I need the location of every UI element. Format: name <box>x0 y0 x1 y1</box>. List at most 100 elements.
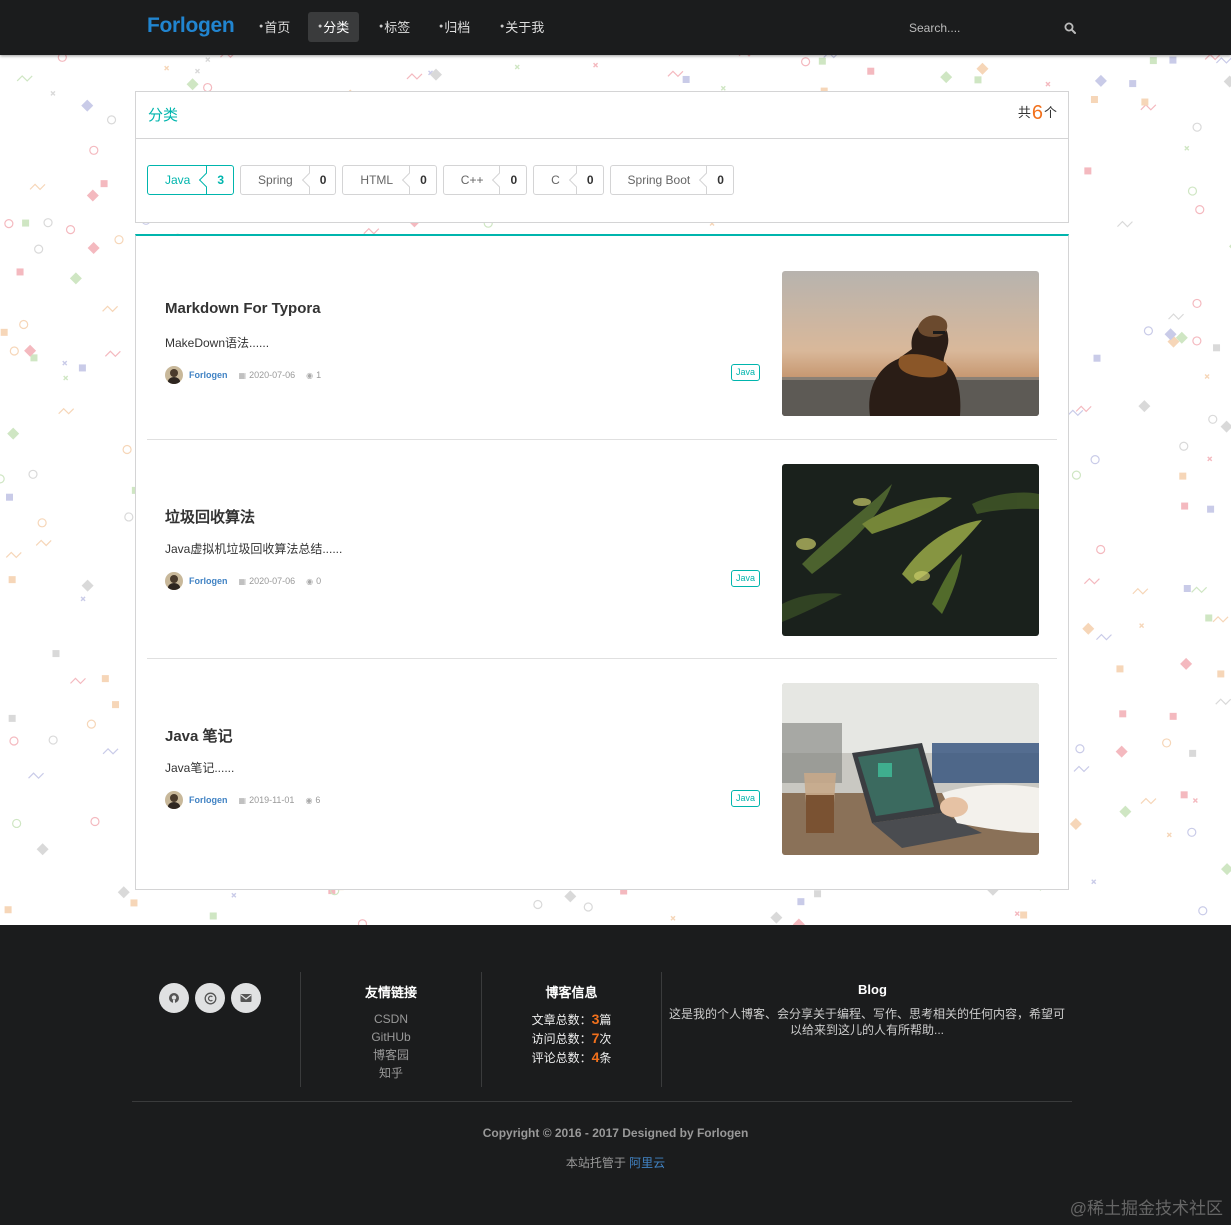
bg-confetti-shape <box>1207 505 1215 513</box>
bg-confetti-shape <box>1075 744 1085 754</box>
bg-confetti-shape <box>209 912 217 920</box>
post-title[interactable]: 垃圾回收算法 <box>165 506 255 527</box>
bg-confetti-shape <box>1141 98 1149 106</box>
category-tag-spring-boot[interactable]: Spring Boot 0 <box>609 165 734 195</box>
bg-confetti-shape <box>1069 818 1082 831</box>
bg-confetti-shape <box>406 73 423 80</box>
post-description: Java虚拟机垃圾回收算法总结...... <box>165 542 343 556</box>
bg-confetti-shape <box>1207 456 1213 462</box>
nav-item-archive[interactable]: ●归档 <box>429 12 480 42</box>
post-category-label[interactable]: Java <box>731 364 761 381</box>
bg-confetti-shape <box>1204 55 1221 61</box>
bg-confetti-shape <box>81 579 94 592</box>
stat-label: 文章总数： <box>531 1013 592 1027</box>
post-image-fern[interactable] <box>782 464 1039 636</box>
bg-confetti-shape <box>1084 167 1092 175</box>
bg-confetti-shape <box>1192 336 1202 346</box>
nav-item-label: 标签 <box>384 20 411 35</box>
category-tag-cpp[interactable]: C++ 0 <box>442 165 528 195</box>
bg-confetti-shape <box>36 843 49 856</box>
post-category-label[interactable]: Java <box>731 570 761 587</box>
nav-item-label: 归档 <box>444 20 471 35</box>
bg-confetti-shape <box>102 305 119 313</box>
post-author[interactable]: Forlogen <box>189 370 228 380</box>
post-category-label[interactable]: Java <box>731 790 761 807</box>
search-input[interactable] <box>900 14 1064 42</box>
hosted-link[interactable]: 阿里云 <box>629 1156 665 1170</box>
bg-confetti-shape <box>1138 400 1151 413</box>
bg-confetti-shape <box>1184 145 1190 151</box>
footer-link-zhihu[interactable]: 知乎 <box>301 1064 481 1082</box>
bg-confetti-shape <box>1090 455 1100 465</box>
bg-confetti-shape <box>62 360 68 366</box>
bg-confetti-shape <box>1221 863 1231 876</box>
bg-confetti-shape <box>5 493 13 501</box>
bg-confetti-shape <box>1189 749 1197 757</box>
nav-item-tags[interactable]: ●标签 <box>369 12 420 42</box>
footer-link-github[interactable]: GitHUb <box>301 1028 481 1046</box>
footer-link-cnblogs[interactable]: 博客园 <box>301 1046 481 1064</box>
bg-confetti-shape <box>1192 798 1198 804</box>
bg-confetti-shape <box>1168 313 1184 320</box>
bg-confetti-shape <box>1198 906 1208 916</box>
count-number: 6 <box>1031 102 1043 124</box>
avatar[interactable] <box>165 572 183 590</box>
bg-confetti-shape <box>1091 879 1097 885</box>
category-tag-spring[interactable]: Spring 0 <box>240 165 337 195</box>
post-title[interactable]: Java 笔记 <box>165 725 233 746</box>
category-count: 共6个 <box>1018 102 1057 125</box>
github-icon[interactable] <box>159 983 189 1013</box>
category-tag-c[interactable]: C 0 <box>533 165 604 195</box>
copyright-icon[interactable] <box>195 983 225 1013</box>
nav-item-categories[interactable]: ●分类 <box>308 12 360 42</box>
bg-confetti-shape <box>9 346 19 356</box>
post-meta: Forlogen ▦ 2020-07-06 ◉ 0 <box>165 572 321 590</box>
bg-confetti-shape <box>1082 622 1095 635</box>
nav-item-about[interactable]: ●关于我 <box>490 12 554 42</box>
category-tag-html[interactable]: HTML 0 <box>342 165 437 195</box>
bg-confetti-shape <box>122 444 132 455</box>
post-author[interactable]: Forlogen <box>189 576 228 586</box>
bg-confetti-shape <box>130 899 138 907</box>
bg-confetti-shape <box>814 890 822 898</box>
bg-confetti-shape <box>1192 122 1202 132</box>
bg-confetti-shape <box>86 719 96 729</box>
stat-visits: 访问总数：7次 <box>482 1029 661 1048</box>
bg-confetti-shape <box>4 906 12 914</box>
bg-confetti-shape <box>1212 615 1229 623</box>
nav-item-home[interactable]: ●首页 <box>249 12 300 42</box>
bg-confetti-shape <box>1192 298 1202 309</box>
bg-confetti-shape <box>101 675 109 683</box>
bg-confetti-shape <box>65 225 76 235</box>
post-image-man-scarf[interactable] <box>782 271 1039 416</box>
bg-confetti-shape <box>0 474 5 484</box>
post-author[interactable]: Forlogen <box>189 795 228 805</box>
search-icon[interactable] <box>1064 14 1076 42</box>
stat-articles: 文章总数：3篇 <box>482 1010 661 1029</box>
bg-confetti-shape <box>164 65 170 71</box>
bg-confetti-shape <box>63 375 69 381</box>
bg-confetti-shape <box>5 551 22 559</box>
footer-links-title: 友情链接 <box>364 985 417 1000</box>
bg-confetti-shape <box>583 902 593 912</box>
bg-confetti-shape <box>8 714 16 722</box>
avatar[interactable] <box>165 791 183 809</box>
bg-confetti-shape <box>1096 633 1112 641</box>
bg-confetti-shape <box>1083 577 1100 585</box>
category-tag-java[interactable]: Java 3 <box>147 165 235 195</box>
post-title[interactable]: Markdown For Typora <box>165 300 321 317</box>
category-card: 分类 共6个 Java 3 Spring 0 HTML 0 C++ 0 C 0 … <box>135 91 1069 223</box>
bg-confetti-shape <box>100 180 108 188</box>
bg-confetti-shape <box>564 890 577 903</box>
mail-icon[interactable] <box>231 983 261 1013</box>
idea-icon: ● <box>318 23 323 30</box>
bg-confetti-shape <box>87 241 100 254</box>
post-list-card: Markdown For Typora MakeDown语法...... For… <box>135 234 1069 890</box>
post-image-laptop-coffee[interactable] <box>782 683 1039 855</box>
post-date: 2020-07-06 <box>249 576 296 586</box>
avatar[interactable] <box>165 366 183 384</box>
footer-link-csdn[interactable]: CSDN <box>301 1010 481 1028</box>
site-logo[interactable]: Forlogen <box>147 14 235 38</box>
bg-confetti-shape <box>186 78 199 91</box>
footer-info-title: 博客信息 <box>545 985 598 1000</box>
